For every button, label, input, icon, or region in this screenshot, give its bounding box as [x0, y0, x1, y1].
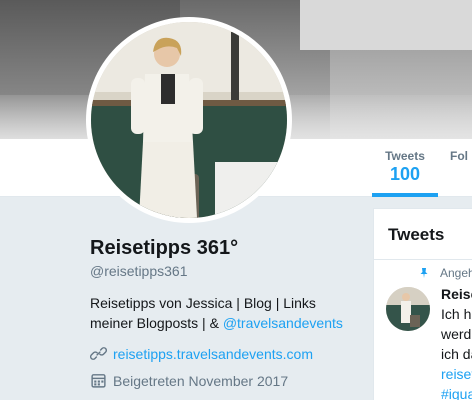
tweet-link[interactable]: reiset	[441, 366, 472, 382]
tweet-hashtag[interactable]: #igua	[441, 386, 472, 400]
profile-joined-text: Beigetreten November 2017	[113, 372, 289, 389]
tweets-timeline: Tweets Angeh Reise Ich ha werd ich da re…	[373, 208, 472, 400]
calendar-icon	[91, 374, 106, 388]
avatar-photo	[91, 22, 287, 218]
profile-url-row[interactable]: reisetipps.travelsandevents.com	[90, 345, 313, 362]
tweet-author-name[interactable]: Reise	[441, 286, 472, 302]
bio-mention-link[interactable]: @travelsandevents	[223, 315, 343, 331]
timeline-title: Tweets	[388, 225, 445, 244]
tweet-text-line: Ich ha	[441, 306, 472, 322]
pin-icon	[420, 268, 428, 278]
tab-following-label: Fol	[450, 149, 468, 163]
tweet-avatar-photo	[386, 287, 430, 331]
profile-avatar[interactable]	[86, 17, 292, 223]
tab-tweets-count: 100	[389, 164, 421, 184]
link-icon	[90, 347, 107, 360]
timeline-divider	[374, 259, 472, 260]
tab-following[interactable]: Fol	[450, 149, 472, 163]
banner-light-area	[300, 0, 472, 50]
tweet-text-line: werd	[441, 326, 472, 342]
pinned-label-text: Angeh	[440, 266, 472, 280]
profile-joined-row: Beigetreten November 2017	[90, 372, 288, 389]
tab-tweets-label: Tweets	[385, 149, 425, 163]
profile-handle[interactable]: @reisetipps361	[90, 263, 188, 279]
profile-url-link[interactable]: reisetipps.travelsandevents.com	[113, 346, 313, 362]
tweet-author-avatar[interactable]	[386, 287, 430, 331]
profile-bio: Reisetipps von Jessica | Blog | Links me…	[90, 293, 360, 333]
profile-name[interactable]: Reisetipps 361°	[90, 237, 238, 260]
tweet-text-line: ich da	[441, 346, 472, 362]
tab-tweets[interactable]: Tweets 100	[372, 149, 438, 197]
pinned-tweet-label: Angeh	[418, 266, 472, 280]
